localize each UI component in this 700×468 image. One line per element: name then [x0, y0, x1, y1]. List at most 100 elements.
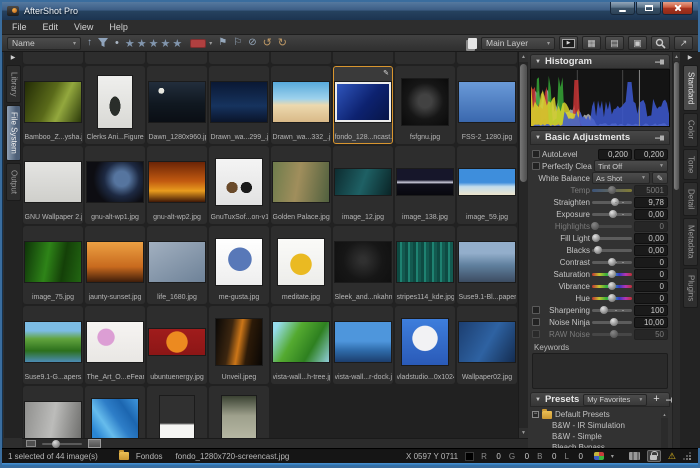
maximize-button[interactable]	[636, 2, 661, 15]
right-tab-color[interactable]: Color	[683, 113, 698, 146]
slider-knob[interactable]	[610, 318, 618, 326]
raw-noise-slider[interactable]	[592, 333, 632, 336]
slider-knob[interactable]	[611, 198, 619, 206]
rotate-left-icon[interactable]: ↺	[263, 38, 272, 49]
close-button[interactable]	[662, 2, 693, 15]
minimize-button[interactable]	[610, 2, 635, 15]
grid-view-button[interactable]: ▦	[582, 36, 601, 50]
thumbnail-cell[interactable]: Sleek_and...nkahn.jpg	[333, 226, 393, 304]
slider-knob[interactable]	[591, 222, 599, 230]
star-icon[interactable]: ★	[160, 38, 172, 50]
right-tab-tone[interactable]: Tone	[683, 149, 698, 180]
star-icon[interactable]: ★	[137, 38, 149, 50]
fill-light-slider[interactable]	[592, 237, 632, 240]
slider-knob[interactable]	[608, 186, 616, 194]
filter-icon[interactable]	[98, 38, 109, 48]
slider-knob[interactable]	[608, 270, 616, 278]
sharpening-slider[interactable]	[592, 309, 632, 312]
thumbnail-cell[interactable]: me-gusta.jpg	[209, 226, 269, 304]
collapse-right-panel-icon[interactable]: ▶	[680, 52, 700, 63]
thumbnail-cell[interactable]: The_Art_O...eFear.jpg	[85, 306, 145, 384]
thumbnail-cell[interactable]: GNU Wallpaper 2.jpg	[23, 146, 83, 224]
slider-knob[interactable]	[608, 294, 616, 302]
noise-ninja-value[interactable]: 10,00	[634, 317, 668, 328]
menu-help[interactable]: Help	[101, 21, 136, 33]
image-view-button[interactable]: ▣	[628, 36, 647, 50]
thumbnail-cell[interactable]: image_138.jpg	[395, 146, 455, 224]
thumbnail-cell[interactable]	[85, 386, 145, 438]
star-icon[interactable]: ★	[125, 38, 137, 50]
perfectly-clear-dropdown[interactable]: Tint Off ▼	[594, 160, 668, 172]
thumbnail-cell[interactable]: Suse9.1-Bl...papers.jpg	[457, 226, 517, 304]
left-tab-file-system[interactable]: File System	[6, 105, 21, 161]
left-tab-library[interactable]: Library	[6, 65, 21, 103]
menu-edit[interactable]: Edit	[35, 21, 67, 33]
collapse-icon[interactable]: ▼	[535, 135, 541, 141]
thumbnail-cell[interactable]: image_12.jpg	[333, 146, 393, 224]
zoom-button[interactable]	[651, 36, 670, 50]
collapse-box-icon[interactable]: −	[532, 411, 539, 418]
flag-none-icon[interactable]: ⊘	[248, 38, 256, 48]
partial-thumbnail-cell[interactable]	[395, 52, 455, 64]
pin-icon[interactable]	[655, 58, 665, 66]
collapse-icon[interactable]: ▼	[535, 397, 541, 403]
slider-knob[interactable]	[592, 234, 600, 242]
saturation-value[interactable]: 0	[634, 269, 668, 280]
partial-thumbnail-cell[interactable]	[333, 52, 393, 64]
color-label-dropdown[interactable]: ▾	[190, 39, 212, 48]
thumbnail-size-slider[interactable]	[42, 443, 82, 445]
layer-dropdown[interactable]: Main Layer ▾	[481, 37, 555, 50]
collapse-icon[interactable]: ▼	[535, 59, 541, 65]
sharpening-value[interactable]: 100	[634, 305, 668, 316]
thumbnail-cell[interactable]: ubuntuenergy.jpg	[147, 306, 207, 384]
basic-adjustments-header[interactable]: ▼ Basic Adjustments	[530, 130, 670, 145]
blacks-slider[interactable]	[592, 249, 632, 252]
white-balance-eyedropper-button[interactable]: ✎	[652, 172, 668, 184]
autolevel-low-value[interactable]: 0,200	[598, 149, 632, 160]
presets-header[interactable]: ▼ Presets My Favorites ▼ +	[530, 392, 670, 407]
histogram-header[interactable]: ▼ Histogram	[530, 54, 670, 69]
add-preset-button[interactable]: +	[651, 394, 661, 405]
warning-icon[interactable]: ⚠	[668, 452, 676, 461]
thumbnail-cell[interactable]: Clerks Ani...Figure.jpg	[85, 66, 145, 144]
panel-scrollbar[interactable]: ▲	[672, 52, 680, 448]
slider-knob[interactable]	[52, 440, 60, 448]
partial-thumbnail-cell[interactable]	[147, 52, 207, 64]
scrollbar-thumb[interactable]	[674, 62, 679, 190]
noise-ninja-checkbox[interactable]	[532, 318, 540, 326]
slider-knob[interactable]	[610, 330, 618, 338]
menu-view[interactable]: View	[66, 21, 101, 33]
pin-icon[interactable]	[655, 134, 665, 142]
scroll-down-icon[interactable]: ▼	[519, 428, 528, 438]
color-management-icon[interactable]	[594, 452, 604, 460]
thumbnail-cell[interactable]	[209, 386, 269, 438]
thumbnail-cell[interactable]: gnu-alt-wp1.jpg	[85, 146, 145, 224]
resize-grip[interactable]	[683, 452, 692, 461]
autolevel-high-value[interactable]: 0,200	[634, 149, 668, 160]
highlights-value[interactable]: 0	[634, 221, 668, 232]
presets-favorites-dropdown[interactable]: My Favorites ▼	[583, 394, 647, 406]
white-balance-dropdown[interactable]: As Shot ▼	[592, 172, 650, 184]
raw-noise-checkbox[interactable]	[532, 330, 540, 338]
scrollbar-thumb[interactable]	[520, 64, 527, 182]
scroll-up-icon[interactable]: ▲	[519, 52, 528, 62]
sharpening-checkbox[interactable]	[532, 306, 540, 314]
keywords-input[interactable]	[532, 353, 668, 389]
right-tab-standard[interactable]: Standard	[683, 65, 698, 111]
partial-thumbnail-cell[interactable]	[271, 52, 331, 64]
thumbnail-cell[interactable]: Suse9.1-G...apers.jpg	[23, 306, 83, 384]
star-icon[interactable]: ★	[172, 38, 184, 50]
split-view-button[interactable]: ▤	[605, 36, 624, 50]
flag-icon[interactable]: ⚑	[218, 38, 227, 48]
thumbnail-cell[interactable]: Unveil.jpeg	[209, 306, 269, 384]
thumbnail-cell[interactable]: vista-wall...r-dock.jpg	[333, 306, 393, 384]
preset-item[interactable]: B&W - IR Simulation	[532, 420, 668, 431]
thumbnail-cell[interactable]: image_75.jpg	[23, 226, 83, 304]
raw-noise-value[interactable]: 50	[634, 329, 668, 340]
scroll-up-icon[interactable]: ▲	[673, 52, 680, 61]
thumbnail-cell[interactable]: Drawn_wa...332_.jpg	[271, 66, 331, 144]
sort-order-dropdown[interactable]: Name ▾	[7, 37, 81, 50]
exposure-value[interactable]: 0,00	[634, 209, 668, 220]
thumbnail-cell[interactable]: Dawn_1280x960.jpg	[147, 66, 207, 144]
sort-ascending-icon[interactable]: ↑	[87, 38, 92, 48]
